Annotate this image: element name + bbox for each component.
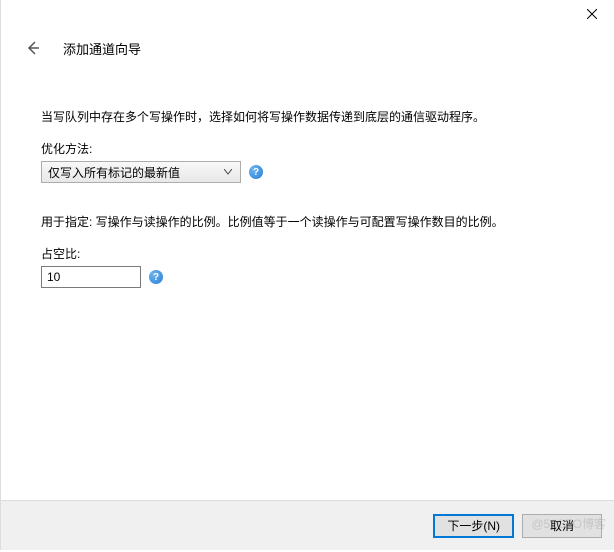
optimization-desc: 当写队列中存在多个写操作时，选择如何将写操作数据传递到底层的通信驱动程序。 (41, 108, 574, 126)
dutycycle-label: 占空比: (41, 245, 574, 262)
wizard-dialog: 添加通道向导 当写队列中存在多个写操作时，选择如何将写操作数据传递到底层的通信驱… (0, 0, 614, 550)
close-button[interactable] (569, 0, 614, 28)
help-icon-optimization[interactable]: ? (249, 165, 263, 179)
arrow-left-icon (25, 40, 41, 56)
optimization-label: 优化方法: (41, 140, 574, 157)
close-icon (587, 9, 597, 19)
optimization-value: 仅写入所有标记的最新值 (48, 164, 180, 181)
wizard-title: 添加通道向导 (63, 39, 141, 58)
cancel-button[interactable]: 取消 (522, 514, 602, 538)
back-button[interactable] (21, 36, 45, 60)
dutycycle-desc: 用于指定: 写操作与读操作的比例。比例值等于一个读操作与可配置写操作数目的比例。 (41, 213, 574, 231)
footer: 下一步(N) 取消 (1, 500, 614, 550)
dutycycle-input[interactable] (41, 266, 141, 288)
content: 当写队列中存在多个写操作时，选择如何将写操作数据传递到底层的通信驱动程序。 优化… (1, 68, 614, 288)
titlebar (1, 0, 614, 28)
chevron-down-icon (220, 169, 236, 175)
optimization-select[interactable]: 仅写入所有标记的最新值 (41, 161, 241, 183)
header: 添加通道向导 (1, 28, 614, 68)
next-button[interactable]: 下一步(N) (433, 514, 514, 538)
help-icon-dutycycle[interactable]: ? (149, 270, 163, 284)
